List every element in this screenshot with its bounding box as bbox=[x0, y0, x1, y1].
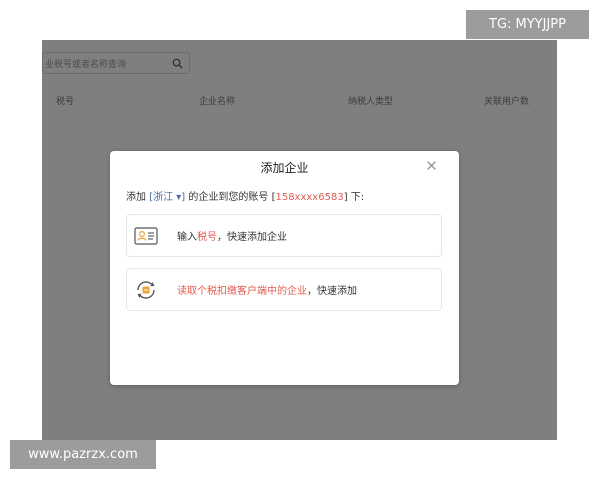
option-enter-tax-id[interactable]: 输入税号，快速添加企业 bbox=[126, 214, 442, 257]
option-label-after: ，快速添加企业 bbox=[217, 232, 287, 243]
option-label-highlight: 读取个税扣缴客户端中的企业 bbox=[177, 286, 307, 297]
screenshot-stage: 业税号或者名称查询 税号 企业名称 纳税人类型 关联用户数 添加企业 bbox=[0, 0, 600, 480]
option-label-highlight: 税号 bbox=[197, 232, 217, 243]
dialog-title: 添加企业 bbox=[260, 161, 309, 175]
watermark-top: TG: MYYJJPP bbox=[466, 10, 589, 39]
option-read-tax-client[interactable]: 读取个税扣缴客户端中的企业，快速添加 bbox=[126, 268, 442, 311]
region-selector[interactable]: [浙江 ▾] bbox=[149, 192, 185, 203]
option-label: 输入税号，快速添加企业 bbox=[177, 228, 287, 243]
option-label-before: 输入 bbox=[177, 232, 197, 243]
add-company-dialog: 添加企业 添加 [浙江 ▾] 的企业到您的账号 [158xxxx6583] 下: bbox=[110, 151, 459, 385]
id-card-icon bbox=[133, 223, 159, 249]
subtitle-prefix: 添加 bbox=[126, 192, 150, 203]
watermark-bottom: www.pazrzx.com bbox=[10, 440, 156, 469]
dialog-subtitle: 添加 [浙江 ▾] 的企业到您的账号 [158xxxx6583] 下: bbox=[126, 188, 364, 203]
tax-client-icon bbox=[133, 277, 159, 303]
subtitle-suffix: 下: bbox=[347, 192, 365, 203]
option-label-after: ，快速添加 bbox=[307, 286, 357, 297]
option-label: 读取个税扣缴客户端中的企业，快速添加 bbox=[177, 282, 357, 297]
account-number: 158xxxx6583 bbox=[275, 192, 344, 203]
subtitle-middle: 的企业到您的账号 bbox=[185, 192, 272, 203]
close-icon[interactable] bbox=[424, 158, 438, 172]
